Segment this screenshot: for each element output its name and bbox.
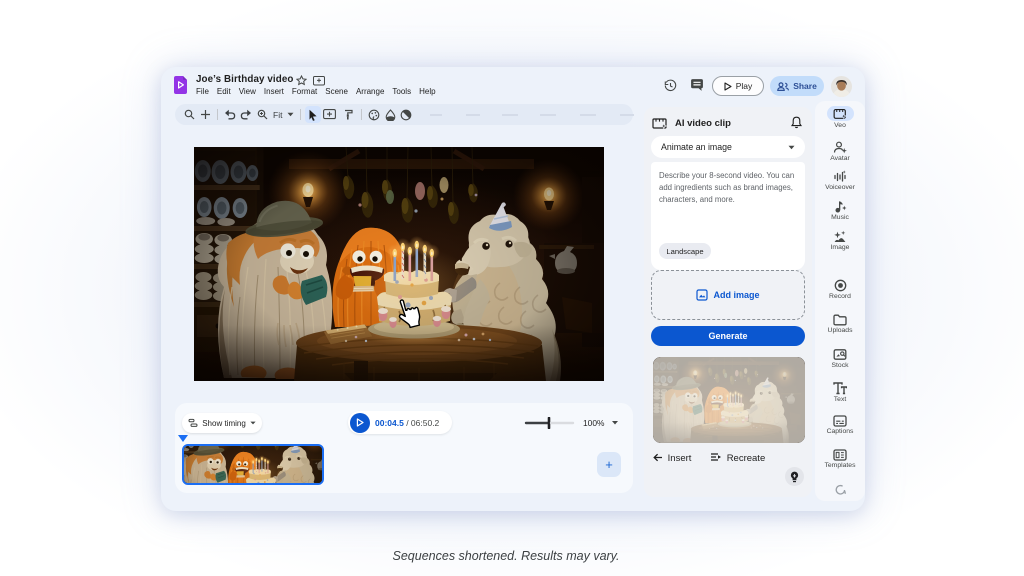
svg-text:100%: 100% <box>583 418 605 428</box>
